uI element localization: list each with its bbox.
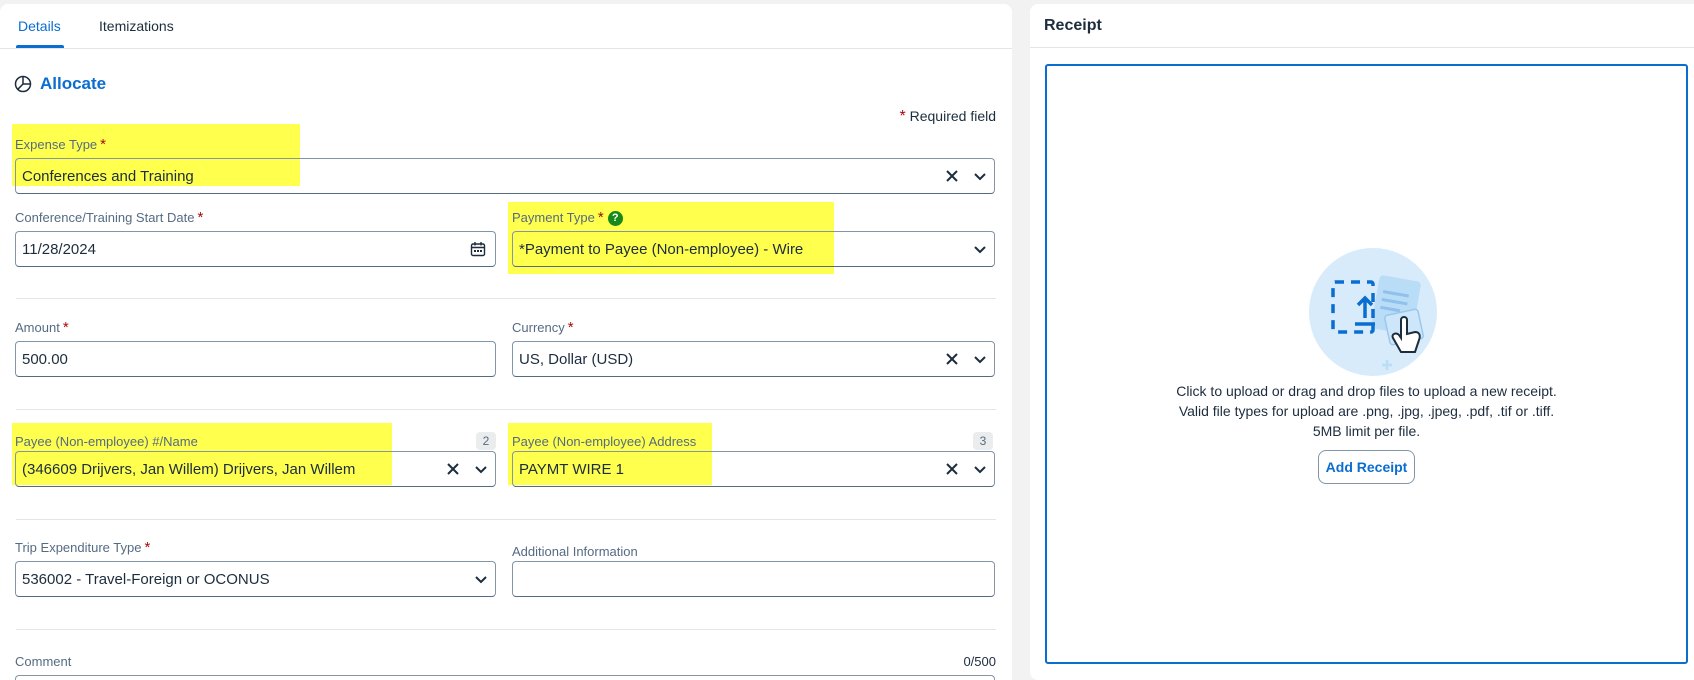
comment-textarea[interactable] xyxy=(15,675,995,680)
payee-address-select[interactable]: PAYMT WIRE 1 xyxy=(512,451,995,487)
trip-expenditure-value: 536002 - Travel-Foreign or OCONUS xyxy=(22,570,270,588)
payment-type-select[interactable]: *Payment to Payee (Non-employee) - Wire xyxy=(512,231,995,267)
expense-type-value: Conferences and Training xyxy=(22,167,194,185)
allocate-label: Allocate xyxy=(40,74,107,93)
tab-bar: Details Itemizations xyxy=(0,4,1012,49)
payee-name-value: (346609 Drijvers, Jan Willem) Drijvers, … xyxy=(22,460,356,478)
expense-details-panel: Details Itemizations Allocate * Required… xyxy=(0,4,1012,680)
payee-name-count-badge: 2 xyxy=(476,432,496,450)
required-star: * xyxy=(100,136,106,153)
required-star: * xyxy=(567,319,574,336)
amount-label-text: Amount xyxy=(15,320,60,335)
currency-label: Currency * xyxy=(512,319,574,336)
receipt-panel: Receipt Click to upload or drag and drop… xyxy=(1030,4,1694,680)
upload-illustration-icon xyxy=(1309,248,1437,376)
chevron-down-icon[interactable] xyxy=(467,562,495,596)
start-date-value: 11/28/2024 xyxy=(22,240,96,258)
chevron-down-icon[interactable] xyxy=(966,452,994,486)
required-star: * xyxy=(597,209,604,226)
chevron-down-icon[interactable] xyxy=(966,159,994,193)
clear-icon[interactable] xyxy=(938,342,966,376)
section-divider xyxy=(16,629,996,630)
expense-type-label: Expense Type * xyxy=(15,136,106,153)
help-icon[interactable]: ? xyxy=(607,211,623,226)
calendar-icon[interactable] xyxy=(461,232,495,266)
additional-info-label: Additional Information xyxy=(512,544,638,559)
receipt-header-divider xyxy=(1030,47,1694,48)
required-field-text: Required field xyxy=(909,108,996,124)
amount-label: Amount * xyxy=(15,319,69,336)
upload-file-types: Valid file types for upload are .png, .j… xyxy=(1178,403,1555,419)
payment-type-label-text: Payment Type xyxy=(512,210,595,225)
payment-type-value: *Payment to Payee (Non-employee) - Wire xyxy=(519,240,804,258)
chevron-down-icon[interactable] xyxy=(966,232,994,266)
trip-expenditure-label-text: Trip Expenditure Type xyxy=(15,540,142,555)
amount-field[interactable]: 500.00 xyxy=(15,341,496,377)
add-receipt-button[interactable]: Add Receipt xyxy=(1318,450,1415,484)
comment-char-counter: 0/500 xyxy=(963,654,996,669)
amount-value: 500.00 xyxy=(22,350,68,368)
allocate-pie-icon xyxy=(14,75,32,93)
start-date-field[interactable]: 11/28/2024 xyxy=(15,231,496,267)
currency-select[interactable]: US, Dollar (USD) xyxy=(512,341,995,377)
required-star: * xyxy=(899,108,906,125)
receipt-dropzone[interactable]: Click to upload or drag and drop files t… xyxy=(1045,64,1688,664)
required-star: * xyxy=(62,319,69,336)
trip-expenditure-label: Trip Expenditure Type * xyxy=(15,539,150,556)
clear-icon[interactable] xyxy=(938,159,966,193)
currency-value: US, Dollar (USD) xyxy=(519,350,634,368)
upload-size-limit: 5MB limit per file. xyxy=(1312,423,1421,439)
tab-itemizations[interactable]: Itemizations xyxy=(99,18,174,34)
receipt-title: Receipt xyxy=(1044,17,1102,34)
chevron-down-icon[interactable] xyxy=(467,452,495,486)
trip-expenditure-select[interactable]: 536002 - Travel-Foreign or OCONUS xyxy=(15,561,496,597)
payee-address-count-badge: 3 xyxy=(973,432,993,450)
chevron-down-icon[interactable] xyxy=(966,342,994,376)
payee-name-select[interactable]: (346609 Drijvers, Jan Willem) Drijvers, … xyxy=(15,451,496,487)
clear-icon[interactable] xyxy=(938,452,966,486)
start-date-label-text: Conference/Training Start Date xyxy=(15,210,195,225)
required-star: * xyxy=(144,539,151,556)
comment-label: Comment xyxy=(15,654,72,669)
additional-info-field[interactable] xyxy=(512,561,995,597)
section-divider xyxy=(16,519,996,520)
payment-type-label: Payment Type *? xyxy=(512,209,623,226)
required-star: * xyxy=(197,209,204,226)
tab-details[interactable]: Details xyxy=(18,18,61,34)
upload-instructions: Click to upload or drag and drop files t… xyxy=(1176,383,1557,399)
section-divider xyxy=(16,298,996,299)
expense-type-select[interactable]: Conferences and Training xyxy=(15,158,995,194)
required-field-note: * Required field xyxy=(899,108,996,126)
expense-type-label-text: Expense Type xyxy=(15,137,98,152)
payee-address-value: PAYMT WIRE 1 xyxy=(519,460,625,478)
allocate-link[interactable]: Allocate xyxy=(14,74,106,94)
payee-address-label: Payee (Non-employee) Address xyxy=(512,434,697,449)
clear-icon[interactable] xyxy=(439,452,467,486)
start-date-label: Conference/Training Start Date * xyxy=(15,209,203,226)
active-tab-indicator xyxy=(16,45,64,48)
payee-name-label: Payee (Non-employee) #/Name xyxy=(15,434,198,449)
section-divider xyxy=(16,409,996,410)
currency-label-text: Currency xyxy=(512,320,565,335)
